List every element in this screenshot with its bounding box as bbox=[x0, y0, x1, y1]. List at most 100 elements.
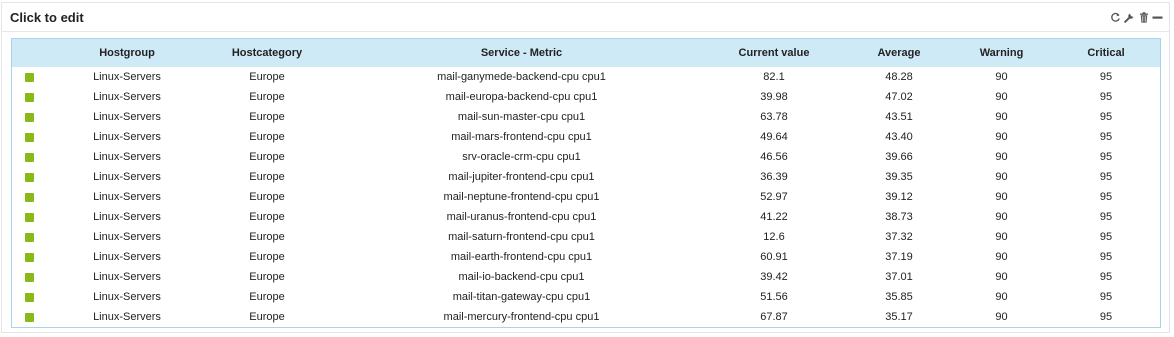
cell-warning: 90 bbox=[995, 271, 1008, 283]
status-ok-icon bbox=[25, 112, 34, 122]
cell-warning: 90 bbox=[995, 251, 1008, 263]
minimize-icon[interactable] bbox=[1152, 11, 1163, 23]
cell-critical: 95 bbox=[1099, 251, 1113, 263]
cell-warning: 90 bbox=[995, 151, 1008, 163]
widget-header: Click to edit bbox=[2, 3, 1169, 32]
cell-status bbox=[12, 167, 62, 187]
table-body: Linux-Servers Europe mail-ganymede-backend… bbox=[12, 67, 1160, 327]
cell-critical: 95 bbox=[1099, 151, 1113, 163]
cell-warning: 90 bbox=[995, 231, 1008, 243]
cell-current-value: 63.78 bbox=[760, 111, 788, 123]
cell-hostgroup: Linux-Servers bbox=[93, 231, 161, 243]
cell-service-metric: mail-saturn-frontend-cpu cpu1 bbox=[448, 231, 595, 243]
table-row[interactable]: Linux-Servers Europe mail-saturn-frontend-… bbox=[12, 227, 1160, 247]
cell-status bbox=[12, 147, 62, 167]
cell-hostcategory: Europe bbox=[249, 171, 285, 183]
status-ok-icon bbox=[25, 192, 34, 202]
column-header-average[interactable]: Average bbox=[847, 39, 951, 67]
cell-hostgroup: Linux-Servers bbox=[93, 131, 161, 143]
column-header-current-value[interactable]: Current value bbox=[701, 39, 847, 67]
cell-critical: 95 bbox=[1099, 231, 1113, 243]
column-header-hostgroup[interactable]: Hostgroup bbox=[62, 39, 192, 67]
status-ok-icon bbox=[25, 72, 34, 82]
cell-current-value: 46.56 bbox=[760, 151, 788, 163]
table-row[interactable]: Linux-Servers Europe mail-titan-gateway-cp… bbox=[12, 287, 1160, 307]
status-ok-icon bbox=[25, 252, 34, 262]
cell-service-metric: mail-europa-backend-cpu cpu1 bbox=[445, 91, 598, 103]
status-ok-icon bbox=[25, 272, 34, 282]
cell-service-metric: mail-earth-frontend-cpu cpu1 bbox=[450, 251, 593, 263]
column-header-hostcategory[interactable]: Hostcategory bbox=[192, 39, 342, 67]
cell-critical: 95 bbox=[1099, 171, 1113, 183]
cell-critical: 95 bbox=[1099, 211, 1113, 223]
table-row[interactable]: Linux-Servers Europe mail-jupiter-frontend… bbox=[12, 167, 1160, 187]
cell-status bbox=[12, 67, 62, 87]
table-row[interactable]: Linux-Servers Europe mail-mercury-frontend… bbox=[12, 307, 1160, 327]
cell-current-value: 82.1 bbox=[763, 71, 785, 83]
cell-average: 43.51 bbox=[885, 111, 913, 123]
cell-status bbox=[12, 87, 62, 107]
column-header-status[interactable] bbox=[12, 39, 62, 67]
table-row[interactable]: Linux-Servers Europe mail-ganymede-backend… bbox=[12, 67, 1160, 87]
column-header-warning[interactable]: Warning bbox=[951, 39, 1052, 67]
cell-current-value: 60.91 bbox=[760, 251, 788, 263]
cell-hostcategory: Europe bbox=[249, 311, 285, 323]
column-header-critical[interactable]: Critical bbox=[1052, 39, 1160, 67]
cell-current-value: 39.98 bbox=[760, 91, 788, 103]
cell-hostcategory: Europe bbox=[249, 271, 285, 283]
cell-current-value: 36.39 bbox=[760, 171, 788, 183]
cell-hostcategory: Europe bbox=[249, 111, 285, 123]
cell-current-value: 39.42 bbox=[760, 271, 788, 283]
table-row[interactable]: Linux-Servers Europe mail-sun-master-cpu c… bbox=[12, 107, 1160, 127]
cell-hostgroup: Linux-Servers bbox=[93, 191, 161, 203]
table-row[interactable]: Linux-Servers Europe mail-europa-backend-c… bbox=[12, 87, 1160, 107]
cell-warning: 90 bbox=[995, 71, 1008, 83]
cell-status bbox=[12, 127, 62, 147]
cell-warning: 90 bbox=[995, 111, 1008, 123]
widget-title[interactable]: Click to edit bbox=[10, 10, 84, 25]
cell-critical: 95 bbox=[1099, 291, 1113, 303]
cell-status bbox=[12, 287, 62, 307]
metrics-widget: Click to edit Hostgroup Hostcategory Ser… bbox=[1, 2, 1170, 333]
cell-current-value: 52.97 bbox=[760, 191, 788, 203]
table-row[interactable]: Linux-Servers Europe mail-io-backend-cpu c… bbox=[12, 267, 1160, 287]
column-header-service-metric[interactable]: Service - Metric bbox=[342, 39, 701, 67]
cell-hostgroup: Linux-Servers bbox=[93, 111, 161, 123]
cell-hostcategory: Europe bbox=[249, 191, 285, 203]
status-ok-icon bbox=[25, 292, 34, 302]
table-row[interactable]: Linux-Servers Europe mail-neptune-frontend… bbox=[12, 187, 1160, 207]
cell-critical: 95 bbox=[1099, 191, 1113, 203]
cell-hostcategory: Europe bbox=[249, 251, 285, 263]
cell-status bbox=[12, 107, 62, 127]
cell-service-metric: mail-sun-master-cpu cpu1 bbox=[457, 111, 586, 123]
status-ok-icon bbox=[25, 212, 34, 222]
cell-warning: 90 bbox=[995, 291, 1008, 303]
trash-icon[interactable] bbox=[1138, 11, 1149, 23]
cell-average: 47.02 bbox=[885, 91, 913, 103]
cell-service-metric: mail-ganymede-backend-cpu cpu1 bbox=[437, 71, 606, 83]
status-ok-icon bbox=[25, 152, 34, 162]
table-row[interactable]: Linux-Servers Europe mail-mars-frontend-cp… bbox=[12, 127, 1160, 147]
table-row[interactable]: Linux-Servers Europe mail-uranus-frontend-… bbox=[12, 207, 1160, 227]
cell-warning: 90 bbox=[995, 211, 1008, 223]
cell-average: 35.85 bbox=[885, 291, 913, 303]
cell-warning: 90 bbox=[995, 171, 1008, 183]
table-row[interactable]: Linux-Servers Europe srv-oracle-crm-cpu cp… bbox=[12, 147, 1160, 167]
cell-hostgroup: Linux-Servers bbox=[93, 71, 161, 83]
cell-average: 48.28 bbox=[885, 71, 913, 83]
table-row[interactable]: Linux-Servers Europe mail-earth-frontend-c… bbox=[12, 247, 1160, 267]
cell-critical: 95 bbox=[1099, 271, 1113, 283]
cell-status bbox=[12, 227, 62, 247]
status-ok-icon bbox=[25, 132, 34, 142]
metrics-table: Hostgroup Hostcategory Service - Metric … bbox=[12, 39, 1160, 327]
cell-hostgroup: Linux-Servers bbox=[93, 91, 161, 103]
cell-current-value: 51.56 bbox=[760, 291, 788, 303]
cell-average: 37.32 bbox=[885, 231, 913, 243]
refresh-icon[interactable] bbox=[1110, 11, 1121, 23]
cell-status bbox=[12, 207, 62, 227]
cell-current-value: 41.22 bbox=[760, 211, 788, 223]
table-header-row: Hostgroup Hostcategory Service - Metric … bbox=[12, 39, 1160, 67]
wrench-icon[interactable] bbox=[1124, 11, 1135, 23]
status-ok-icon bbox=[25, 92, 34, 102]
cell-hostgroup: Linux-Servers bbox=[93, 151, 161, 163]
